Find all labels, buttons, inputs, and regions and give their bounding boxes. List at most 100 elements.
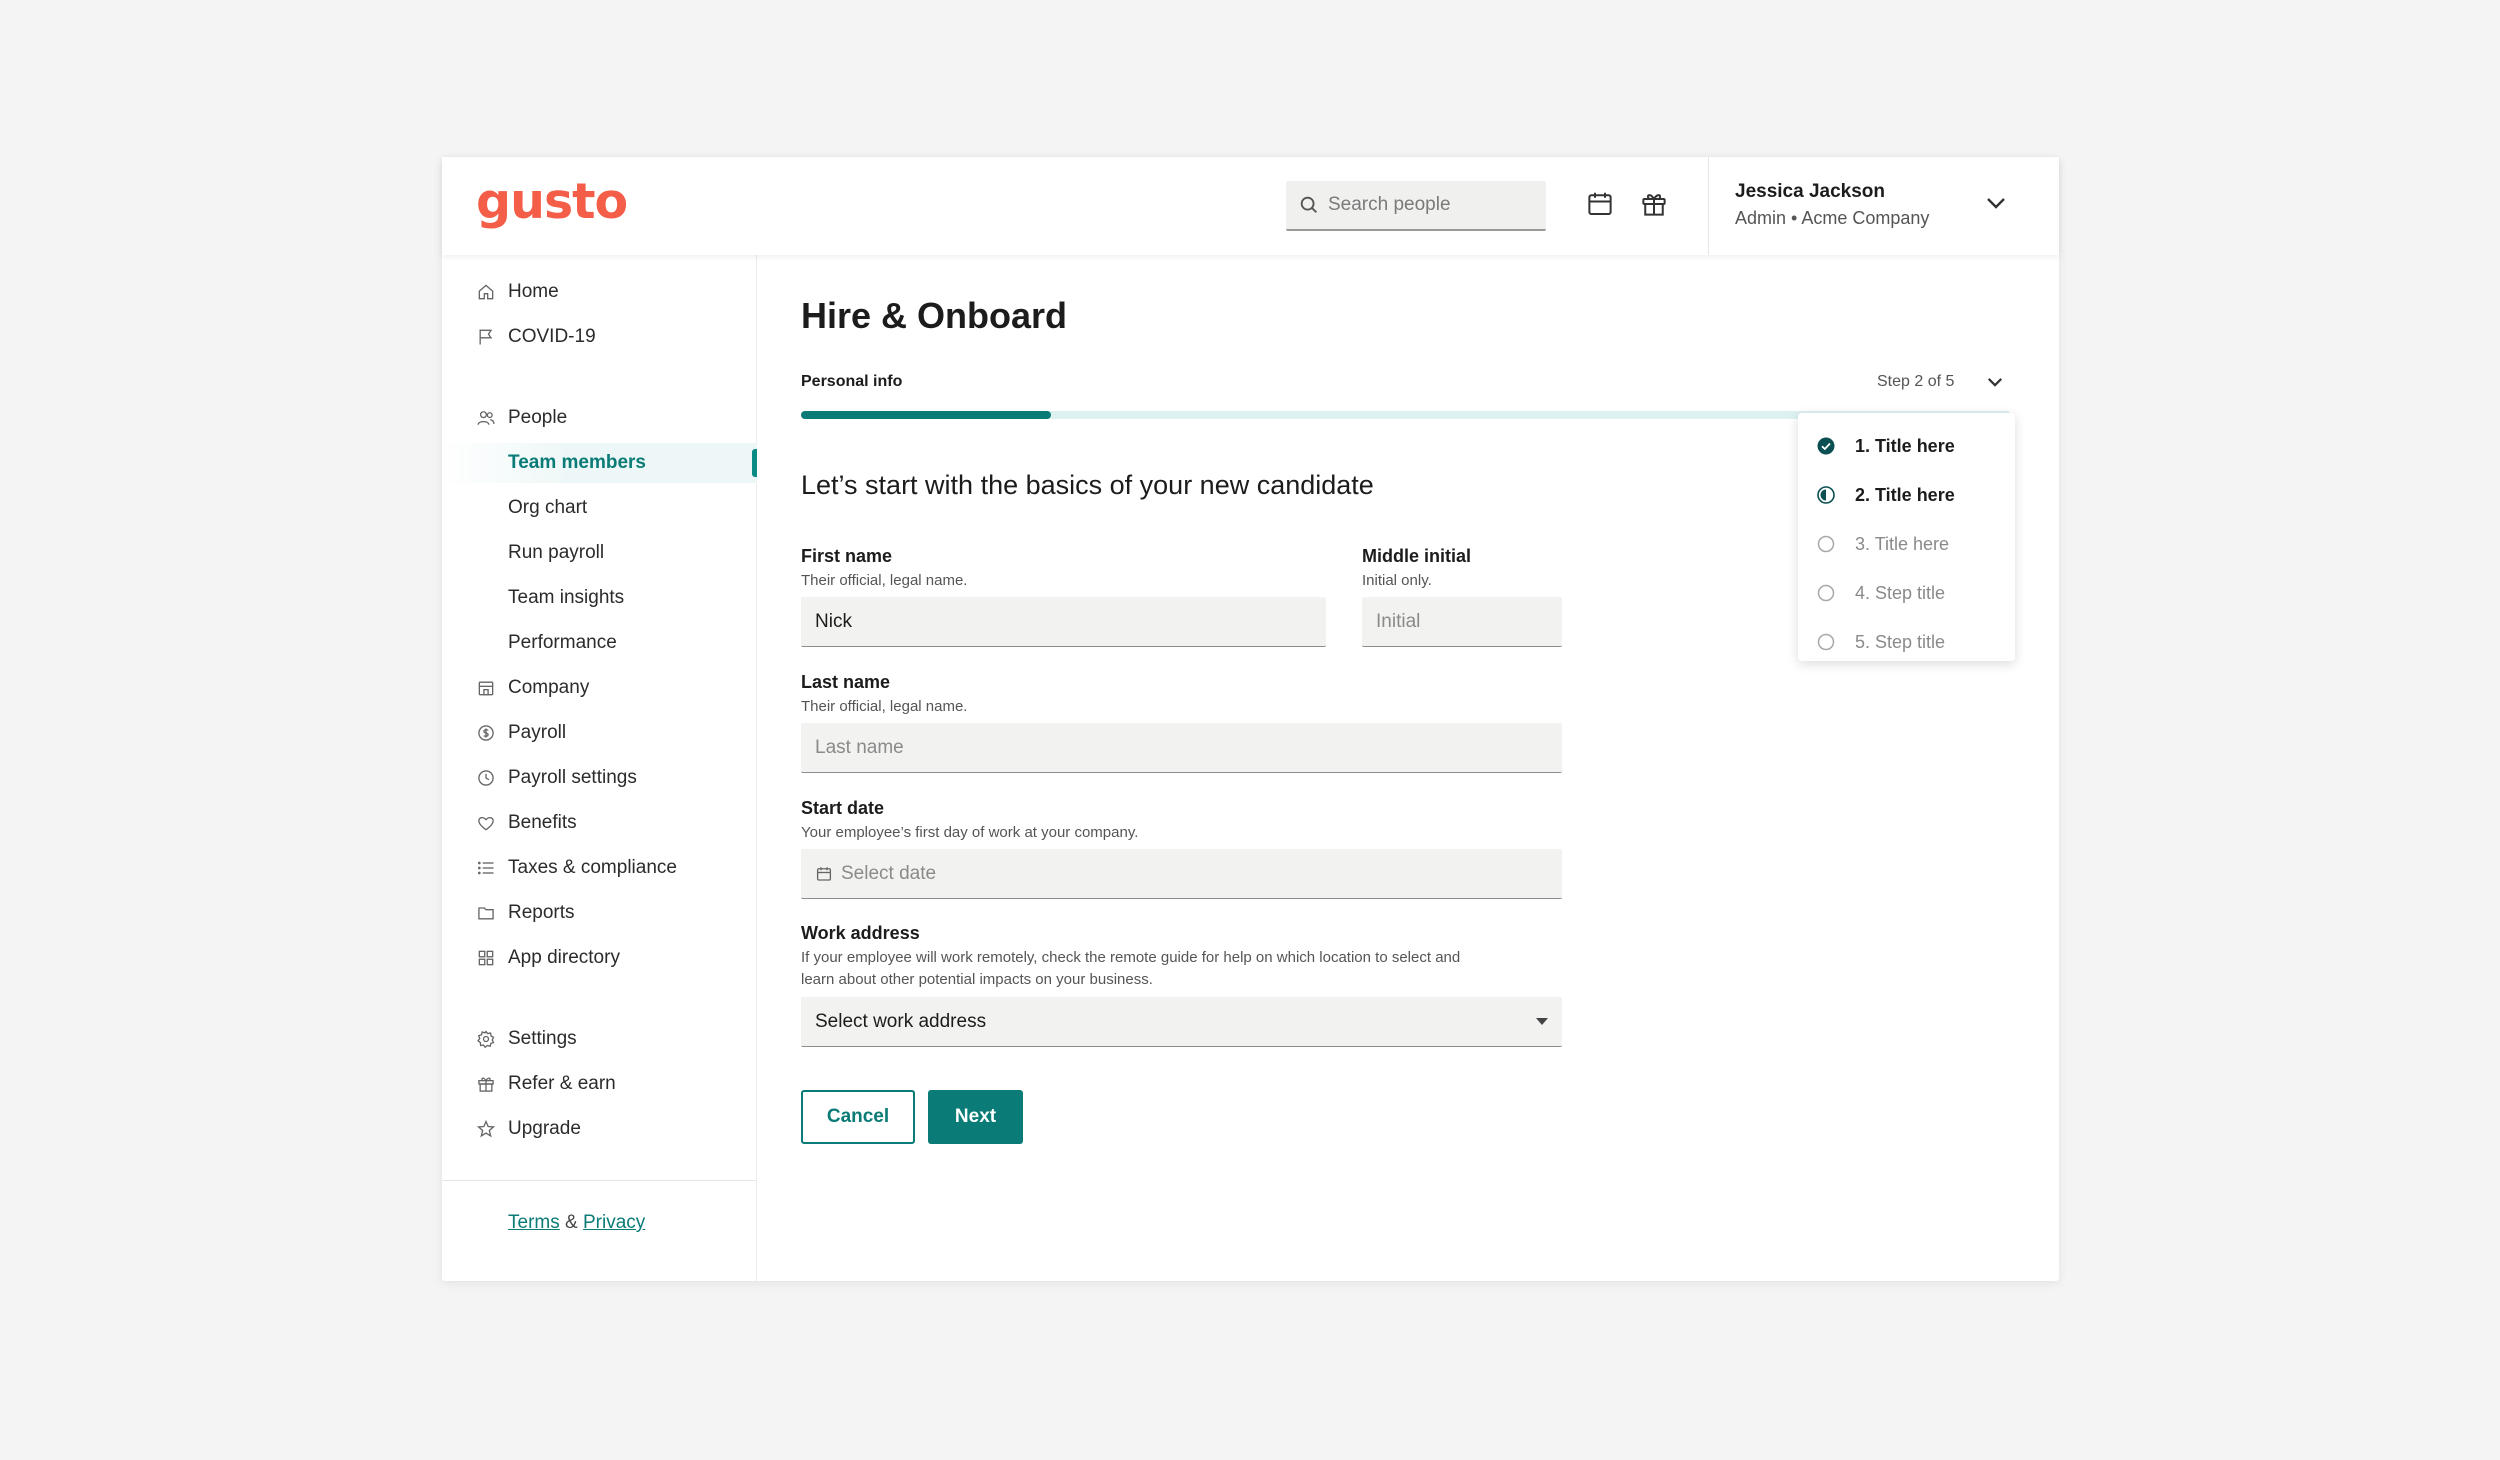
flag-icon — [476, 327, 496, 347]
step-count[interactable]: Step 2 of 5 — [1877, 373, 1954, 391]
app-window: gusto Jessica Jackson Admin • Acme Compa… — [442, 157, 2059, 1281]
home-icon — [476, 282, 496, 302]
start-date-placeholder: Select date — [841, 862, 937, 884]
sidebar-item-org-chart[interactable]: Org chart — [442, 488, 757, 528]
privacy-link[interactable]: Privacy — [583, 1212, 645, 1233]
sidebar-item-team-members[interactable]: Team members — [442, 443, 757, 483]
header-divider — [1708, 157, 1709, 255]
sidebar-item-label: Refer & earn — [508, 1073, 616, 1094]
chevron-down-icon[interactable] — [1980, 187, 2012, 219]
sidebar-item-label: Team insights — [508, 587, 625, 608]
sidebar-item-taxes-compliance[interactable]: Taxes & compliance — [442, 848, 757, 888]
first-name-label: First name — [801, 546, 893, 566]
gift-icon — [476, 1074, 496, 1094]
work-address-help-2: learn about other potential impacts on y… — [801, 971, 1153, 988]
next-button[interactable]: Next — [928, 1090, 1023, 1144]
last-name-field[interactable] — [801, 723, 1562, 773]
first-name-field[interactable] — [801, 597, 1326, 647]
search-box[interactable] — [1286, 181, 1546, 231]
work-address-help-1: If your employee will work remotely, che… — [801, 949, 1461, 966]
sidebar-item-app-directory[interactable]: App directory — [442, 938, 757, 978]
middle-initial-help: Initial only. — [1362, 572, 1432, 589]
sidebar-item-reports[interactable]: Reports — [442, 893, 757, 933]
step-dropdown: 1. Title here 2. Title here 3. Title her… — [1798, 413, 2015, 661]
sidebar-item-company[interactable]: Company — [442, 668, 757, 708]
sidebar-item-label: Company — [508, 677, 590, 698]
sidebar-item-label: Team members — [508, 452, 646, 473]
work-address-select[interactable]: Select work address — [801, 997, 1562, 1047]
step-item-label: 5. Step title — [1855, 631, 1946, 652]
last-name-label: Last name — [801, 672, 891, 692]
sidebar-item-label: Payroll — [508, 722, 567, 743]
sidebar-item-label: App directory — [508, 947, 620, 968]
people-icon — [476, 408, 496, 428]
sidebar-item-label: Settings — [508, 1028, 577, 1049]
terms-link[interactable]: Terms — [508, 1212, 560, 1233]
user-name[interactable]: Jessica Jackson — [1735, 181, 1885, 203]
gear-icon — [476, 1029, 496, 1049]
clock-icon — [476, 768, 496, 788]
sidebar-item-label: Performance — [508, 632, 617, 653]
sidebar-item-label: Benefits — [508, 812, 577, 833]
sidebar-item-covid[interactable]: COVID-19 — [442, 317, 757, 357]
calendar-button[interactable] — [1583, 187, 1617, 221]
footer-links: Terms & Privacy — [508, 1212, 645, 1234]
step-item-5[interactable]: 5. Step title — [1798, 622, 2015, 662]
step-item-2[interactable]: 2. Title here — [1798, 475, 2015, 515]
search-icon — [1300, 196, 1317, 213]
sidebar-item-payroll[interactable]: Payroll — [442, 713, 757, 753]
sidebar-item-upgrade[interactable]: Upgrade — [442, 1109, 757, 1149]
step-item-label: 2. Title here — [1855, 484, 1955, 505]
step-item-1[interactable]: 1. Title here — [1798, 426, 2015, 466]
search-input[interactable] — [1328, 194, 1528, 216]
gusto-logo[interactable]: gusto — [476, 173, 628, 230]
calendar-icon — [1588, 192, 1612, 215]
sidebar-divider — [442, 1180, 757, 1181]
section-title: Let’s start with the basics of your new … — [801, 470, 1374, 500]
sidebar-item-label: Taxes & compliance — [508, 857, 677, 878]
sidebar-item-payroll-settings[interactable]: Payroll settings — [442, 758, 757, 798]
star-icon — [476, 1119, 496, 1139]
step-item-3[interactable]: 3. Title here — [1798, 524, 2015, 564]
sidebar-item-run-payroll[interactable]: Run payroll — [442, 533, 757, 573]
progress-fill — [801, 411, 1051, 419]
middle-initial-label: Middle initial — [1362, 546, 1472, 566]
empty-circle-icon — [1817, 633, 1835, 651]
list-icon — [476, 858, 496, 878]
sidebar-item-performance[interactable]: Performance — [442, 623, 757, 663]
step-item-4[interactable]: 4. Step title — [1798, 573, 2015, 613]
sidebar-item-refer-earn[interactable]: Refer & earn — [442, 1064, 757, 1104]
active-indicator — [752, 449, 757, 477]
sidebar-item-benefits[interactable]: Benefits — [442, 803, 757, 843]
sidebar-item-label: Org chart — [508, 497, 588, 518]
start-date-field[interactable]: Select date — [801, 849, 1562, 899]
folder-icon — [476, 903, 496, 923]
check-circle-icon — [1817, 437, 1835, 455]
step-label: Personal info — [801, 373, 903, 390]
sidebar-item-label: Run payroll — [508, 542, 605, 563]
sidebar-item-settings[interactable]: Settings — [442, 1019, 757, 1059]
start-date-label: Start date — [801, 798, 885, 818]
calendar-icon — [816, 866, 832, 881]
gift-button[interactable] — [1637, 187, 1671, 221]
work-address-value: Select work address — [815, 1010, 987, 1032]
sidebar-item-team-insights[interactable]: Team insights — [442, 578, 757, 618]
footer-and: & — [565, 1212, 578, 1233]
building-icon — [476, 678, 496, 698]
user-role: Admin • Acme Company — [1735, 208, 1930, 228]
empty-circle-icon — [1817, 584, 1835, 602]
sidebar-item-home[interactable]: Home — [442, 272, 757, 312]
last-name-help: Their official, legal name. — [801, 698, 968, 715]
step-item-label: 1. Title here — [1855, 435, 1955, 456]
chevron-down-icon[interactable] — [1980, 367, 2010, 397]
apps-icon — [476, 948, 496, 968]
cancel-button[interactable]: Cancel — [801, 1090, 915, 1144]
step-item-label: 4. Step title — [1855, 582, 1946, 603]
top-header: gusto Jessica Jackson Admin • Acme Compa… — [442, 157, 2059, 255]
work-address-label: Work address — [801, 923, 920, 943]
first-name-help: Their official, legal name. — [801, 572, 968, 589]
middle-initial-field[interactable] — [1362, 597, 1562, 647]
sidebar-item-people[interactable]: People — [442, 398, 757, 438]
dollar-icon — [476, 723, 496, 743]
half-circle-icon — [1817, 486, 1835, 504]
